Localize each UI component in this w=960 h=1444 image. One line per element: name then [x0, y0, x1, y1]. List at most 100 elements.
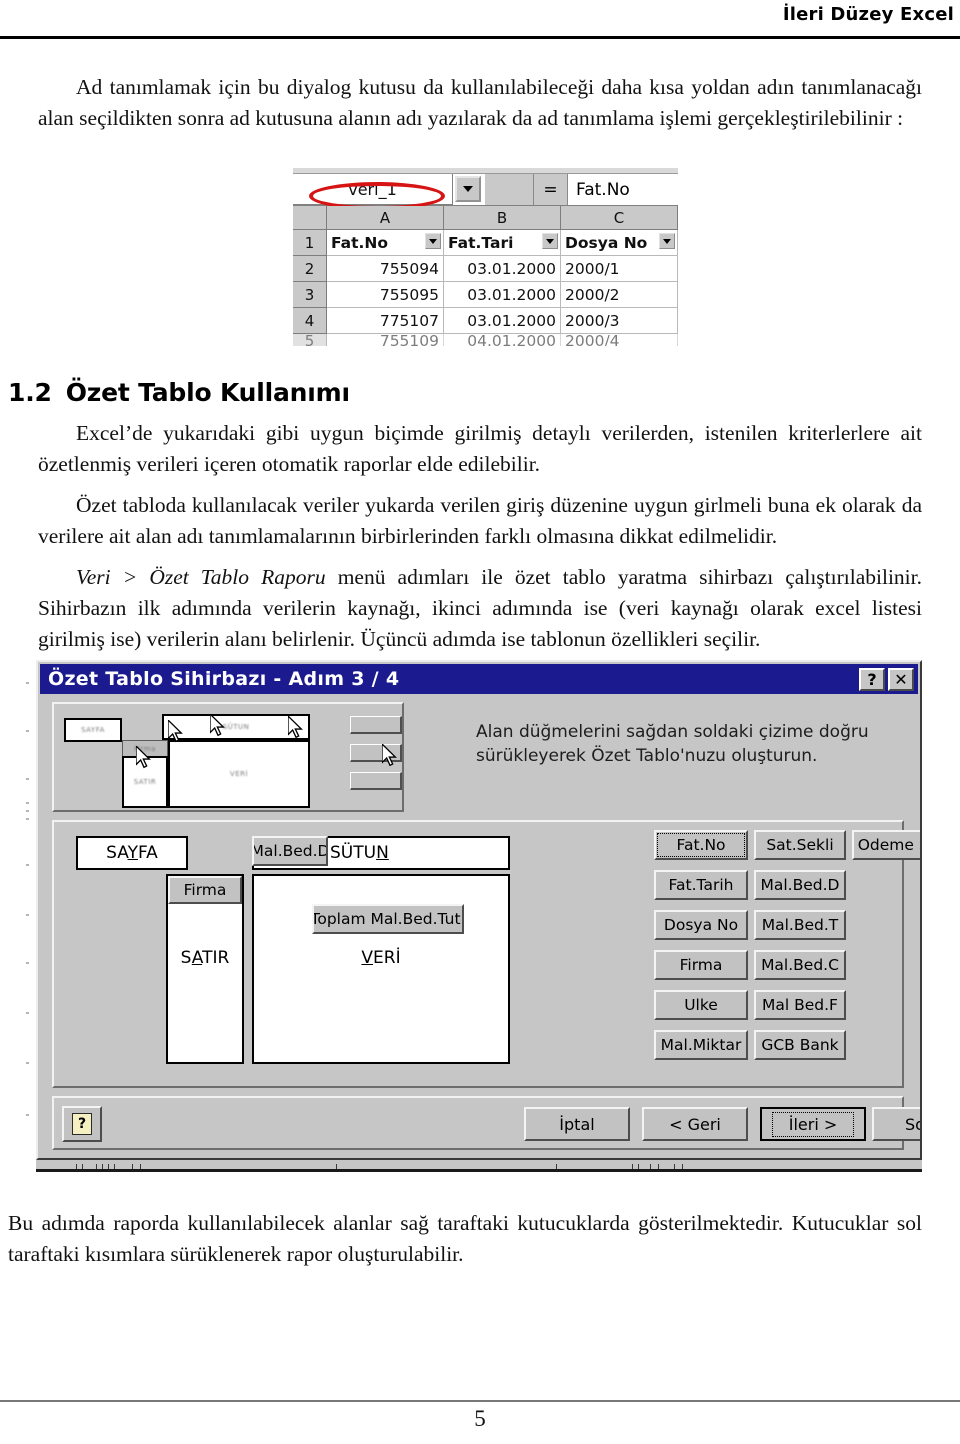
field-button-dosya-no[interactable]: Dosya No [654, 910, 748, 940]
data-cell[interactable]: 755094 [327, 256, 444, 282]
placed-field-column[interactable]: Mal.Bed.D [252, 836, 328, 866]
drop-zone-data[interactable]: VERİ [252, 874, 510, 1064]
intro-paragraph: Ad tanımlamak için bu diyalog kutusu da … [38, 75, 922, 130]
autofilter-icon[interactable] [659, 233, 675, 249]
column-header-b[interactable]: B [444, 206, 561, 230]
data-cell[interactable]: 755109 [327, 334, 444, 346]
row-header[interactable]: 2 [293, 256, 327, 282]
finish-button[interactable]: Son [872, 1107, 920, 1141]
table-row: 2 755094 03.01.2000 2000/1 [293, 256, 678, 282]
table-row: 4 775107 03.01.2000 2000/3 [293, 308, 678, 334]
field-button-mal-bed-f[interactable]: Mal Bed.F [754, 990, 846, 1020]
drop-zone-page[interactable]: SAYFA [76, 836, 188, 870]
cancel-button[interactable]: İptal [524, 1107, 630, 1141]
row-header[interactable]: 5 [293, 334, 327, 346]
closing-paragraph: Bu adımda raporda kullanılabilecek alanl… [8, 1211, 922, 1266]
mouse-pointer-icon [136, 746, 151, 769]
section-number: 1.2 [8, 378, 52, 407]
data-cell[interactable]: 2000/4 [561, 334, 678, 346]
filter-header-cell[interactable]: Fat.Tari [444, 230, 561, 256]
formula-bar-value[interactable]: Fat.No [568, 174, 678, 205]
field-button-fat-no[interactable]: Fat.No [654, 830, 748, 860]
field-button-mal-bed-c[interactable]: Mal.Bed.C [754, 950, 846, 980]
field-button-firma[interactable]: Firma [654, 950, 748, 980]
field-button-palette: Fat.No Sat.Sekli Odeme Se Fat.Tarih Mal.… [654, 830, 920, 1084]
drop-zone-page-label: SAYFA [106, 843, 158, 863]
table-row: 3 755095 03.01.2000 2000/2 [293, 282, 678, 308]
thumb-smudge-text: SATIR [133, 778, 157, 786]
page-number: 5 [474, 1406, 486, 1431]
mouse-pointer-icon [288, 716, 303, 739]
field-button-gcb-bank[interactable]: GCB Bank [754, 1030, 846, 1060]
name-box-dropdown-button[interactable] [455, 176, 481, 202]
scan-edge-artifacts [26, 652, 30, 1164]
placed-field-data[interactable]: Toplam Mal.Bed.Tut. [312, 904, 464, 934]
data-cell[interactable]: 755095 [327, 282, 444, 308]
table-row-clipped: 5 755109 04.01.2000 2000/4 [293, 334, 678, 346]
header-rule [0, 36, 960, 39]
field-button-fat-tarih[interactable]: Fat.Tarih [654, 870, 748, 900]
row-header[interactable]: 1 [293, 230, 327, 256]
field-button-mal-bed-d[interactable]: Mal.Bed.D [754, 870, 846, 900]
cell-text: Fat.No [331, 233, 389, 252]
data-cell[interactable]: 2000/1 [561, 256, 678, 282]
data-cell[interactable]: 04.01.2000 [444, 334, 561, 346]
header-title: İleri Düzey Excel [782, 4, 954, 25]
data-cell[interactable]: 2000/2 [561, 282, 678, 308]
menu-path-emphasis: Veri > Özet Tablo Raporu [76, 565, 326, 589]
back-button[interactable]: < Geri [642, 1107, 748, 1141]
dialog-title: Özet Tablo Sihirbazı - Adım 3 / 4 [48, 668, 400, 690]
dialog-instruction-panel: SAYFA SÜTUN Firma SATIR VERİ Alan düğmel… [52, 702, 904, 812]
data-cell[interactable]: 775107 [327, 308, 444, 334]
equals-icon: = [534, 174, 568, 205]
column-header-a[interactable]: A [327, 206, 444, 230]
excel-grid: A B C 1 Fat.No Fat.Tari Dosya No 2 75509… [293, 206, 678, 346]
thumb-smudge-text: SAYFA [81, 726, 105, 734]
autofilter-icon[interactable] [425, 233, 441, 249]
next-button[interactable]: İleri > [760, 1107, 866, 1141]
mouse-pointer-icon [210, 714, 225, 737]
field-button-sat-sekli[interactable]: Sat.Sekli [754, 830, 846, 860]
cell-text: Dosya No [565, 233, 648, 252]
data-cell[interactable]: 03.01.2000 [444, 282, 561, 308]
formula-bar-gap [485, 174, 534, 205]
pivot-table-wizard-dialog[interactable]: Özet Tablo Sihirbazı - Adım 3 / 4 ? ✕ SA… [36, 660, 922, 1160]
name-box-input[interactable]: veri_1 [293, 174, 453, 205]
help-button[interactable]: ? [62, 1106, 102, 1142]
drop-zone-column-label: SÜTUN [330, 843, 389, 863]
help-titlebar-button[interactable]: ? [859, 667, 885, 691]
section-title: Özet Tablo Kullanımı [65, 378, 350, 407]
cell-text: Fat.Tari [448, 233, 514, 252]
data-cell[interactable]: 2000/3 [561, 308, 678, 334]
chevron-down-icon [463, 186, 473, 192]
data-cell[interactable]: 03.01.2000 [444, 256, 561, 282]
page-header: İleri Düzey Excel [0, 0, 960, 38]
field-button-mal-miktar[interactable]: Mal.Miktar [654, 1030, 748, 1060]
dialog-titlebar[interactable]: Özet Tablo Sihirbazı - Adım 3 / 4 ? ✕ [40, 664, 918, 694]
column-header-c[interactable]: C [561, 206, 678, 230]
filter-header-cell[interactable]: Fat.No [327, 230, 444, 256]
row-header[interactable]: 4 [293, 308, 327, 334]
dialog-button-bar: ? İptal < Geri İleri > Son [52, 1096, 920, 1150]
pivot-layout-panel[interactable]: SAYFA SÜTUN SATIR VERİ Mal.Bed.D Firma T… [52, 820, 920, 1088]
next-button-label: İleri > [771, 1111, 855, 1137]
field-button-ulke[interactable]: Ulke [654, 990, 748, 1020]
filter-header-cell[interactable]: Dosya No [561, 230, 678, 256]
drop-zone-row-label: SATIR [180, 948, 230, 968]
thumb-smudge-text: VERİ [229, 770, 249, 778]
close-icon[interactable]: ✕ [888, 667, 914, 691]
data-cell[interactable]: 03.01.2000 [444, 308, 561, 334]
placed-field-row[interactable]: Firma [168, 876, 242, 904]
wizard-preview-thumbnail: SAYFA SÜTUN Firma SATIR VERİ [52, 702, 404, 812]
dialog-instruction-text: Alan düğmelerini sağdan soldaki çizime d… [476, 722, 869, 766]
excel-status-bar-cropped [36, 1160, 922, 1172]
section-paragraph-2: Özet tabloda kullanılacak veriler yukard… [38, 493, 922, 548]
select-all-corner[interactable] [293, 206, 327, 230]
autofilter-icon[interactable] [542, 233, 558, 249]
field-button-odeme-sekli[interactable]: Odeme Se [852, 830, 920, 860]
table-row: 1 Fat.No Fat.Tari Dosya No [293, 230, 678, 256]
field-button-mal-bed-t[interactable]: Mal.Bed.T [754, 910, 846, 940]
row-header[interactable]: 3 [293, 282, 327, 308]
mouse-pointer-icon [168, 720, 183, 743]
section-paragraph-1: Excel’de yukarıdaki gibi uygun biçimde g… [38, 421, 922, 476]
